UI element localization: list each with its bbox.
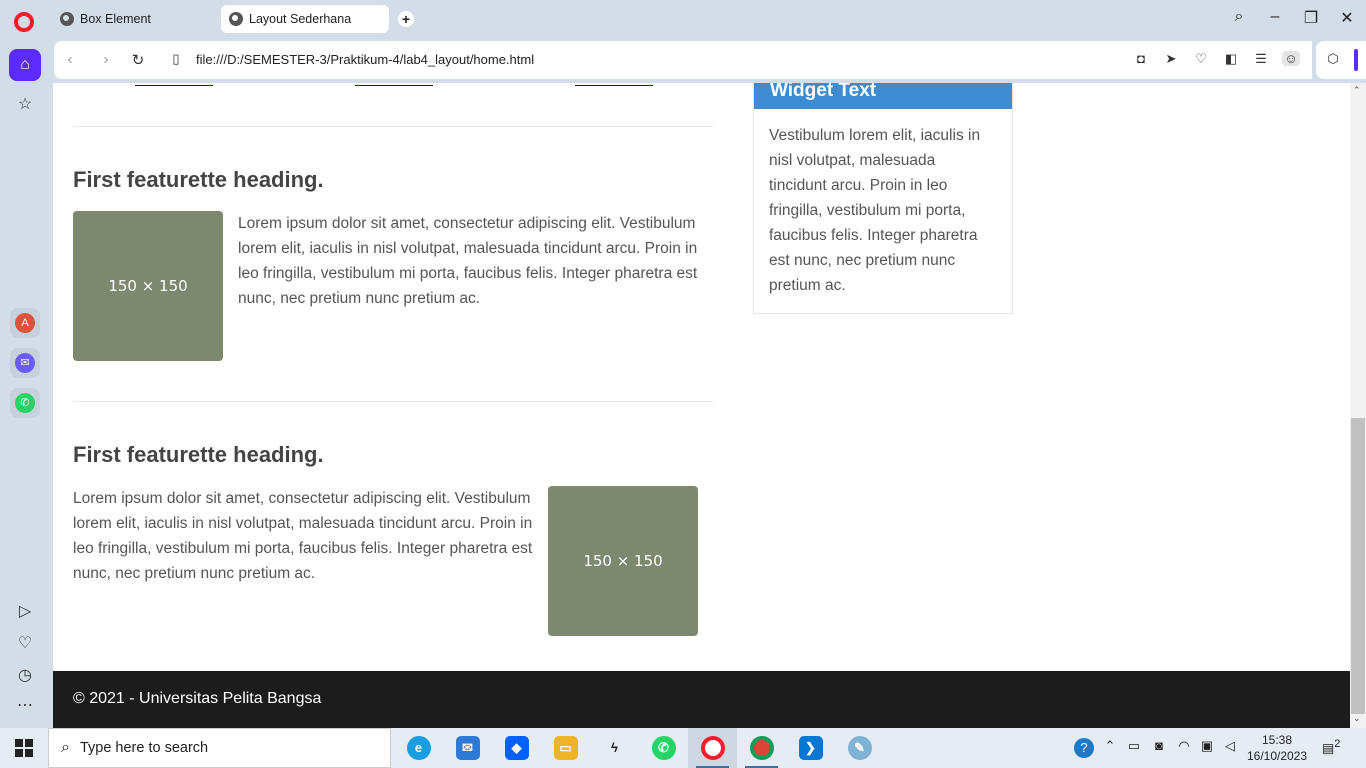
paint-app-icon[interactable]: ✎ bbox=[835, 728, 884, 768]
edge-app-icon[interactable]: e bbox=[394, 728, 443, 768]
divider bbox=[73, 401, 713, 402]
dropbox-app-icon[interactable]: ◆ bbox=[492, 728, 541, 768]
camera-icon[interactable]: ◘ bbox=[1132, 51, 1150, 66]
battery-icon[interactable]: ▭ bbox=[1125, 738, 1143, 754]
placeholder-label: 150 × 150 bbox=[583, 552, 663, 570]
start-button[interactable] bbox=[0, 728, 48, 768]
windows-taskbar: ⌕ Type here to search e ✉ ◆ ▭ ϟ ✆ ❯ ✎ ? … bbox=[0, 728, 1366, 768]
search-tabs-icon[interactable]: ⌕ bbox=[1229, 8, 1249, 26]
clock-time: 15:38 bbox=[1261, 733, 1293, 747]
tab-label: Layout Sederhana bbox=[249, 12, 352, 26]
link-fragment[interactable] bbox=[575, 83, 653, 86]
reload-icon[interactable]: ↻ bbox=[128, 51, 148, 69]
whatsapp-app-icon[interactable]: ✆ bbox=[639, 728, 688, 768]
more-dots-icon[interactable]: ⋯ bbox=[13, 694, 37, 718]
help-icon[interactable]: ? bbox=[1074, 738, 1094, 758]
player-icon[interactable]: ▷ bbox=[13, 600, 37, 624]
tab-box-element[interactable]: Box Element bbox=[52, 5, 216, 33]
windows-logo-icon bbox=[15, 739, 33, 757]
search-icon: ⌕ bbox=[61, 739, 70, 756]
globe-icon bbox=[229, 12, 243, 26]
back-arrow-icon[interactable]: ‹ bbox=[60, 51, 80, 68]
close-window-button[interactable]: ✕ bbox=[1337, 8, 1357, 28]
new-tab-button[interactable]: + bbox=[398, 11, 414, 27]
featurette-heading: First featurette heading. bbox=[73, 167, 324, 192]
meet-now-icon[interactable]: ▣ bbox=[1198, 738, 1216, 754]
notification-count: 2 bbox=[1334, 738, 1341, 750]
placeholder-label: 150 × 150 bbox=[108, 277, 188, 295]
restore-button[interactable]: ❐ bbox=[1301, 8, 1321, 28]
placeholder-image: 150 × 150 bbox=[73, 211, 223, 361]
app-lightning-icon[interactable]: ϟ bbox=[590, 728, 639, 768]
featurette-heading: First featurette heading. bbox=[73, 442, 324, 467]
battery-saver-icon[interactable]: ◧ bbox=[1222, 51, 1240, 67]
opera-sidebar: ⌂ ☆ A ✉ ✆ ▷ ♡ ◷ ⋯ bbox=[0, 38, 50, 728]
easy-setup-icon[interactable]: ☰ bbox=[1252, 51, 1270, 67]
profile-icon[interactable]: ☺ bbox=[1282, 51, 1300, 66]
volume-icon[interactable]: ◁ bbox=[1221, 738, 1239, 754]
tab-bar: Box Element Layout Sederhana + ⌕ – ❐ ✕ bbox=[0, 0, 1366, 38]
footer-text: © 2021 - Universitas Pelita Bangsa bbox=[73, 690, 322, 707]
messenger-app-icon[interactable]: ✉ bbox=[10, 348, 40, 378]
search-placeholder: Type here to search bbox=[79, 740, 209, 756]
notification-center-icon[interactable]: ▤2 bbox=[1322, 738, 1340, 756]
page-footer: © 2021 - Universitas Pelita Bangsa bbox=[53, 671, 1350, 728]
globe-icon bbox=[60, 12, 74, 26]
link-fragment[interactable] bbox=[355, 83, 433, 86]
link-fragment[interactable] bbox=[135, 83, 213, 86]
mail-app-icon[interactable]: ✉ bbox=[443, 728, 492, 768]
featurette-text: Lorem ipsum dolor sit amet, consectetur … bbox=[73, 490, 533, 582]
bookmark-star-icon[interactable]: ☆ bbox=[13, 93, 37, 117]
url-field[interactable]: file:///D:/SEMESTER-3/Praktikum-4/lab4_l… bbox=[196, 52, 534, 67]
wifi-icon[interactable]: ◠ bbox=[1175, 738, 1193, 754]
page-viewport: First featurette heading. 150 × 150 Lore… bbox=[53, 83, 1350, 728]
taskbar-search-box[interactable]: ⌕ Type here to search bbox=[48, 728, 391, 768]
taskbar-clock[interactable]: 15:38 16/10/2023 bbox=[1244, 732, 1310, 764]
camera-tray-icon[interactable]: ◙ bbox=[1150, 738, 1168, 753]
heart-icon[interactable]: ♡ bbox=[13, 632, 37, 656]
opera-logo-icon[interactable] bbox=[14, 12, 34, 32]
address-bar: ‹ › ↻ ▯ file:///D:/SEMESTER-3/Praktikum-… bbox=[54, 41, 1312, 79]
aria-app-icon[interactable]: A bbox=[10, 308, 40, 338]
extensions-cube-icon[interactable]: ⬡ bbox=[1324, 51, 1342, 67]
clock-date: 16/10/2023 bbox=[1246, 749, 1308, 763]
minimize-button[interactable]: – bbox=[1265, 8, 1285, 26]
sidebar-toggle-indicator[interactable] bbox=[1354, 49, 1358, 71]
scrollbar-thumb[interactable] bbox=[1351, 418, 1365, 714]
send-icon[interactable]: ➤ bbox=[1162, 51, 1180, 67]
text-widget: Widget Text Vestibulum lorem elit, iacul… bbox=[753, 83, 1013, 314]
featurette-text: Lorem ipsum dolor sit amet, consectetur … bbox=[238, 215, 698, 307]
tab-layout-sederhana[interactable]: Layout Sederhana bbox=[221, 5, 389, 33]
file-explorer-icon[interactable]: ▭ bbox=[541, 728, 590, 768]
whatsapp-app-icon[interactable]: ✆ bbox=[10, 388, 40, 418]
divider bbox=[73, 126, 713, 127]
tab-label: Box Element bbox=[80, 12, 151, 26]
forward-arrow-icon[interactable]: › bbox=[96, 51, 116, 68]
scroll-down-arrow-icon[interactable]: ⌄ bbox=[1353, 713, 1361, 724]
placeholder-image: 150 × 150 bbox=[548, 486, 698, 636]
extensions-area: ⬡ bbox=[1316, 41, 1366, 79]
widget-title: Widget Text bbox=[754, 83, 1012, 109]
chrome-app-icon[interactable] bbox=[737, 728, 786, 768]
file-icon: ▯ bbox=[172, 51, 180, 66]
heart-icon[interactable]: ♡ bbox=[1192, 51, 1210, 67]
scroll-up-arrow-icon[interactable]: ⌃ bbox=[1353, 85, 1361, 96]
opera-taskbar-icon[interactable] bbox=[688, 728, 737, 768]
widget-body: Vestibulum lorem elit, iaculis in nisl v… bbox=[769, 127, 981, 294]
vscode-app-icon[interactable]: ❯ bbox=[786, 728, 835, 768]
chevron-up-icon[interactable]: ⌃ bbox=[1101, 738, 1119, 754]
history-clock-icon[interactable]: ◷ bbox=[13, 664, 37, 688]
home-icon[interactable]: ⌂ bbox=[9, 49, 41, 81]
